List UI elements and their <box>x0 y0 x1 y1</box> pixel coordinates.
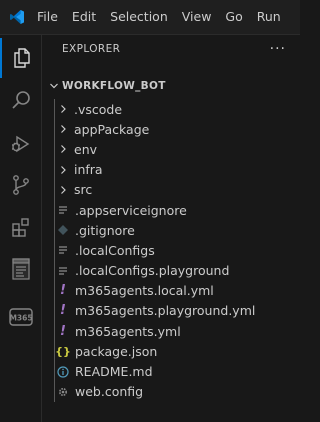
tree-file[interactable]: README.md <box>42 361 300 382</box>
tree-item-label: appPackage <box>74 121 150 137</box>
yaml-icon: ! <box>60 303 66 319</box>
tree-item-label: src <box>74 182 93 198</box>
info-icon <box>56 365 70 378</box>
tree-item-label: web.config <box>75 384 144 400</box>
tree-folder[interactable]: infra <box>42 159 300 180</box>
indent-guide <box>54 280 55 301</box>
workspace-section-header[interactable]: WORKFLOW_BOT <box>42 75 300 97</box>
indent-guide <box>54 361 55 382</box>
more-actions-icon[interactable]: ··· <box>270 42 286 56</box>
git-icon <box>56 224 70 236</box>
tree-item-label: env <box>74 141 98 157</box>
source-control-icon[interactable] <box>0 165 42 205</box>
chevron-right-icon <box>56 144 70 154</box>
menu-run[interactable]: Run <box>250 6 288 28</box>
notepad-icon[interactable] <box>0 249 42 289</box>
tree-file[interactable]: web.config <box>42 381 300 402</box>
m365-icon[interactable]: M365 <box>0 297 42 337</box>
tree-file[interactable]: .appserviceignore <box>42 199 300 221</box>
tree-item-label: .localConfigs.playground <box>75 263 230 279</box>
tree-item-label: m365agents.playground.yml <box>75 303 256 319</box>
tree-folder[interactable]: env <box>42 139 300 160</box>
indent-guide <box>54 260 55 281</box>
tree-file[interactable]: .localConfigs.playground <box>42 260 300 281</box>
indent-guide <box>54 381 55 402</box>
tree-file[interactable]: ! m365agents.local.yml <box>42 280 300 301</box>
file-tree: .vscode appPackage env infra src .appservicei… <box>42 99 300 402</box>
tree-file[interactable]: .gitignore <box>42 220 300 241</box>
tree-item-label: .vscode <box>74 101 123 117</box>
tree-file[interactable]: ! m365agents.playground.yml <box>42 300 300 322</box>
tree-folder[interactable]: .vscode <box>42 99 300 120</box>
workspace-name: WORKFLOW_BOT <box>62 80 166 92</box>
indent-guide <box>54 321 55 342</box>
indent-guide <box>54 179 55 200</box>
lines-icon <box>56 204 70 216</box>
indent-guide <box>54 300 55 322</box>
explorer-sidebar: EXPLORER ··· WORKFLOW_BOT .vscode appPack… <box>42 35 300 422</box>
menu-edit[interactable]: Edit <box>65 6 103 28</box>
svg-text:M365: M365 <box>9 314 32 323</box>
extensions-icon[interactable] <box>0 207 42 247</box>
indent-guide <box>54 139 55 160</box>
search-icon[interactable] <box>0 80 42 120</box>
tree-folder[interactable]: src <box>42 179 300 200</box>
title-bar: File Edit Selection View Go Run <box>0 0 300 35</box>
activity-bar: M365 <box>0 35 42 422</box>
indent-guide <box>54 240 55 261</box>
tree-item-label: m365agents.local.yml <box>75 283 214 299</box>
tree-item-label: README.md <box>75 364 153 380</box>
tree-item-label: .appserviceignore <box>75 202 187 218</box>
yaml-icon: ! <box>60 323 66 339</box>
tree-item-label: infra <box>74 162 103 178</box>
tree-item-label: package.json <box>75 343 158 359</box>
chevron-right-icon <box>56 185 70 195</box>
tree-item-label: .gitignore <box>75 222 135 238</box>
menu-selection[interactable]: Selection <box>103 6 175 28</box>
json-icon: {} <box>55 344 71 358</box>
indent-guide <box>54 99 55 120</box>
menu-go[interactable]: Go <box>218 6 249 28</box>
chevron-down-icon <box>46 81 62 91</box>
tree-item-label: m365agents.yml <box>75 323 181 339</box>
chevron-right-icon <box>56 104 70 114</box>
chevron-right-icon <box>56 165 70 175</box>
indent-guide <box>54 199 55 221</box>
run-debug-icon[interactable] <box>0 123 42 163</box>
tree-file[interactable]: ! m365agents.yml <box>42 321 300 342</box>
indent-guide <box>54 159 55 180</box>
vscode-logo-icon[interactable] <box>9 9 25 25</box>
lines-icon <box>56 265 70 277</box>
explorer-title: EXPLORER <box>62 43 121 55</box>
gear-icon <box>56 386 70 398</box>
chevron-right-icon <box>56 124 70 134</box>
menu-view[interactable]: View <box>175 6 219 28</box>
indent-guide <box>54 220 55 241</box>
tree-folder[interactable]: appPackage <box>42 119 300 140</box>
menu-file[interactable]: File <box>30 6 65 28</box>
yaml-icon: ! <box>60 283 66 299</box>
tree-file[interactable]: {} package.json <box>42 341 300 362</box>
explorer-icon[interactable] <box>0 38 42 78</box>
explorer-header: EXPLORER ··· <box>42 35 300 63</box>
tree-item-label: .localConfigs <box>75 242 155 258</box>
indent-guide <box>54 119 55 140</box>
lines-icon <box>56 244 70 256</box>
tree-file[interactable]: .localConfigs <box>42 240 300 261</box>
indent-guide <box>54 341 55 362</box>
